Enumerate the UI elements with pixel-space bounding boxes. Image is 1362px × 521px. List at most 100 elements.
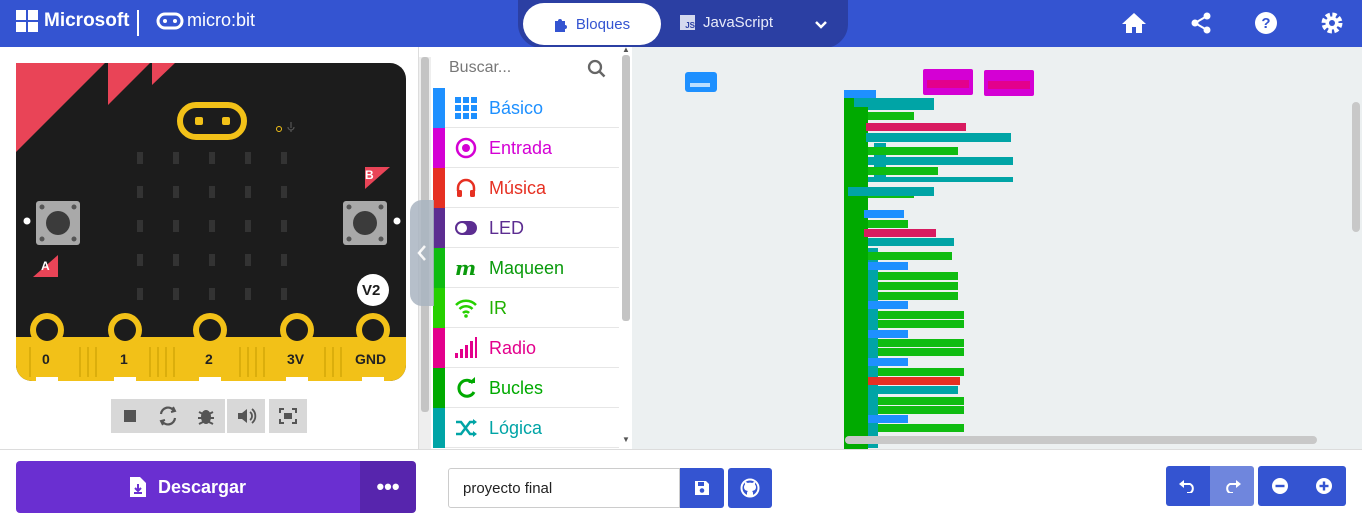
shuffle-icon — [456, 419, 477, 437]
svg-text:m: m — [455, 257, 476, 279]
puzzle-icon — [554, 18, 567, 32]
category-logica[interactable]: Lógica — [433, 408, 619, 448]
toggle-icon — [455, 221, 477, 235]
category-bucles[interactable]: Bucles — [433, 368, 619, 408]
category-led[interactable]: LED — [433, 208, 619, 248]
zoom-out-icon — [1272, 478, 1288, 494]
zoom-in-icon — [1316, 478, 1332, 494]
share-icon[interactable] — [1189, 11, 1213, 35]
category-label: Básico — [489, 98, 544, 118]
category-ir[interactable]: IR — [433, 288, 619, 328]
sim-control-group — [111, 399, 225, 433]
maqueen-icon: m — [455, 257, 476, 279]
download-button[interactable]: Descargar — [16, 461, 360, 513]
loop-icon — [457, 377, 476, 398]
github-icon — [740, 478, 760, 498]
blocks-workspace[interactable] — [632, 47, 1362, 449]
microbit-icon — [156, 12, 184, 29]
search-icon[interactable] — [587, 59, 607, 79]
scroll-down-arrow[interactable]: ▼ — [622, 435, 630, 444]
brand-divider — [137, 10, 139, 36]
category-maqueen[interactable]: m Maqueen — [433, 248, 619, 288]
category-label: Lógica — [489, 418, 543, 438]
github-button[interactable] — [728, 468, 772, 508]
microsoft-logo[interactable]: Microsoft — [16, 10, 130, 32]
product-label: micro:bit — [187, 10, 256, 30]
svg-text:?: ? — [1261, 15, 1270, 32]
button-a[interactable] — [36, 201, 80, 245]
bottom-toolbar: Descargar ••• — [0, 449, 1362, 521]
microphone-icon — [287, 122, 295, 132]
wifi-icon — [455, 299, 477, 318]
microbit-logo[interactable]: micro:bit — [156, 10, 255, 31]
category-label: Bucles — [489, 378, 544, 398]
download-file-icon — [129, 477, 146, 497]
search-input[interactable]: Buscar... — [449, 59, 511, 77]
microbit-board[interactable] — [0, 47, 418, 397]
pin-2-label: 2 — [205, 351, 213, 367]
redo-button[interactable] — [1210, 466, 1254, 506]
download-label: Descargar — [157, 476, 247, 497]
category-radio[interactable]: Radio — [433, 328, 619, 368]
category-label: Radio — [489, 338, 537, 358]
palette-scrollbar[interactable] — [621, 55, 631, 447]
category-musica[interactable]: Música — [433, 168, 619, 208]
headphones-icon — [456, 178, 476, 197]
sim-sound-button[interactable] — [227, 399, 265, 433]
category-basico[interactable]: Básico — [433, 88, 619, 128]
pin-gnd-label: GND — [355, 351, 387, 367]
scroll-up-arrow[interactable]: ▲ — [622, 45, 630, 54]
toolbox-palette: Buscar... Básico Entrada Música LED m Ma… — [418, 45, 632, 449]
save-button[interactable] — [680, 468, 724, 508]
pin-0-label: 0 — [42, 351, 50, 367]
home-icon[interactable] — [1120, 11, 1148, 35]
restart-icon[interactable] — [149, 399, 187, 433]
more-label: ••• — [376, 474, 400, 499]
category-label: Maqueen — [489, 258, 565, 278]
signal-bars-icon — [455, 337, 477, 358]
top-bar: Microsoft micro:bit Bloques JS JavaScrip… — [0, 0, 1362, 48]
brand-label: Microsoft — [44, 10, 130, 31]
code-blocks[interactable] — [632, 47, 1362, 449]
simulator-panel: A B V2 0 1 2 3V GND — [0, 47, 418, 449]
microsoft-squares-icon — [16, 10, 38, 32]
category-label: Entrada — [489, 138, 553, 158]
category-label: IR — [489, 298, 507, 318]
help-icon[interactable]: ? — [1254, 11, 1278, 35]
collapse-simulator-button[interactable] — [410, 200, 434, 306]
stop-icon[interactable] — [111, 399, 149, 433]
button-b[interactable] — [343, 201, 387, 245]
category-entrada[interactable]: Entrada — [433, 128, 619, 168]
category-label: LED — [489, 218, 525, 238]
button-b-label: B — [365, 168, 374, 182]
editor-tabs: Bloques JS JavaScript — [518, 0, 848, 48]
zoom-in-button[interactable] — [1302, 466, 1346, 506]
project-name-input[interactable] — [448, 468, 680, 508]
tab-javascript-label: JavaScript — [703, 14, 774, 31]
input-circle-icon — [455, 137, 477, 159]
chevron-left-icon — [417, 245, 426, 261]
sim-fullscreen-button[interactable] — [269, 399, 307, 433]
button-a-label: A — [41, 259, 50, 273]
js-file-icon: JS — [680, 15, 695, 30]
settings-icon[interactable] — [1320, 11, 1344, 35]
debug-icon[interactable] — [187, 399, 225, 433]
undo-icon — [1179, 480, 1194, 493]
sound-icon — [238, 408, 257, 424]
version-badge: V2 — [362, 282, 381, 299]
workspace-h-scrollbar[interactable] — [845, 436, 1317, 444]
chevron-down-icon[interactable] — [812, 15, 830, 33]
tab-javascript[interactable]: JS JavaScript — [680, 14, 773, 31]
download-more-button[interactable]: ••• — [360, 461, 416, 513]
category-label: Música — [489, 178, 547, 198]
save-icon — [695, 481, 709, 495]
workspace-v-scrollbar[interactable] — [1352, 102, 1360, 232]
tab-blocks[interactable]: Bloques — [523, 3, 661, 45]
pin-1-label: 1 — [120, 351, 128, 367]
fullscreen-icon — [279, 408, 297, 424]
redo-icon — [1226, 480, 1241, 493]
tab-blocks-label: Bloques — [575, 15, 631, 33]
grid-icon — [455, 97, 477, 119]
zoom-out-button[interactable] — [1258, 466, 1302, 506]
undo-button[interactable] — [1166, 466, 1210, 506]
